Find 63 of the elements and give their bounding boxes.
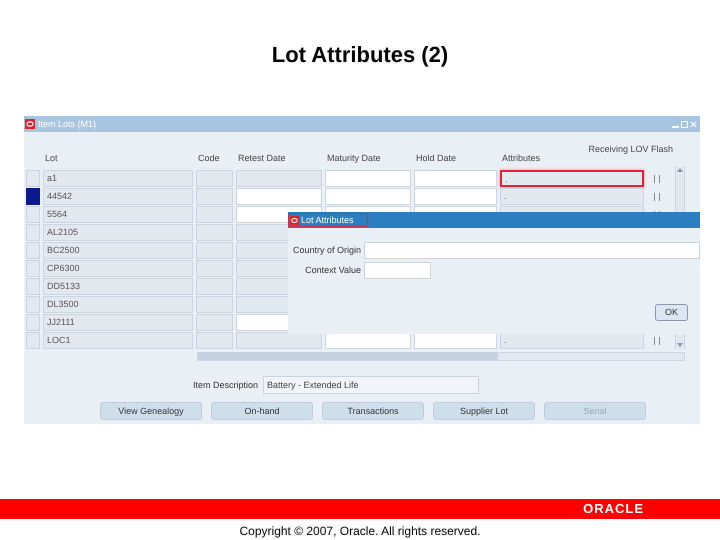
action-button[interactable]: View Genealogy [100, 402, 202, 420]
column-heading: Code [198, 153, 220, 164]
lot-cell[interactable]: 5564 [43, 206, 193, 224]
lot-cell[interactable]: 44542 [43, 188, 193, 206]
code-cell[interactable] [196, 314, 233, 332]
attributes-field[interactable]: . [500, 170, 644, 188]
lot-cell[interactable]: BC2500 [43, 242, 193, 260]
column-heading: Lot [45, 153, 58, 164]
code-cell[interactable] [196, 224, 233, 242]
flag-checkbox-icon[interactable] [653, 336, 661, 345]
code-cell[interactable] [196, 170, 233, 188]
lot-cell[interactable]: a1 [43, 170, 193, 188]
lot-cell[interactable]: DD5133 [43, 278, 193, 296]
close-icon[interactable] [690, 120, 697, 128]
attributes-field[interactable]: . [500, 188, 644, 206]
field-label: Context Value [304, 264, 361, 278]
input-field[interactable] [364, 262, 431, 280]
item-description-field: Battery - Extended Life [263, 376, 479, 394]
code-cell[interactable] [196, 278, 233, 296]
lot-cell[interactable]: DL3500 [43, 296, 193, 314]
lot-cell[interactable]: LOC1 [43, 332, 193, 350]
column-heading: Retest Date [238, 153, 286, 164]
lot-cell[interactable]: AL2105 [43, 224, 193, 242]
app-icon [290, 216, 299, 225]
field-label: Country of Origin [292, 244, 361, 258]
hold-date-field[interactable] [414, 170, 497, 188]
code-cell[interactable] [196, 206, 233, 224]
scroll-down-icon[interactable] [676, 341, 684, 350]
hold-date-field[interactable] [414, 188, 497, 206]
horizontal-scrollbar[interactable] [197, 352, 685, 362]
item-description-label: Item Description [192, 378, 258, 392]
oracle-logo: ORACLE [583, 500, 644, 518]
action-button[interactable]: On-hand [211, 402, 313, 420]
slide-title: Lot Attributes (2) [272, 41, 448, 69]
retest-date-field[interactable] [236, 170, 322, 188]
code-cell[interactable] [196, 296, 233, 314]
code-cell[interactable] [196, 332, 233, 350]
column-heading: Attributes [502, 153, 540, 164]
copyright-text: Copyright © 2007, Oracle. All rights reserved. [240, 523, 480, 540]
column-heading: Receiving LOV Flash [588, 142, 673, 156]
maturity-date-field[interactable] [325, 188, 411, 206]
ok-button[interactable]: OK [655, 304, 688, 322]
code-cell[interactable] [196, 260, 233, 278]
scroll-up-icon[interactable] [676, 166, 684, 174]
column-heading: Hold Date [416, 153, 456, 164]
code-cell[interactable] [196, 242, 233, 260]
input-field[interactable] [364, 242, 700, 260]
action-button[interactable]: Transactions [322, 402, 424, 420]
action-button[interactable]: Supplier Lot [433, 402, 535, 420]
retest-date-field[interactable] [236, 188, 322, 206]
flag-checkbox-icon[interactable] [653, 174, 661, 183]
retest-date-field[interactable] [236, 332, 322, 350]
flag-checkbox-icon[interactable] [653, 192, 661, 201]
code-cell[interactable] [196, 188, 233, 206]
dialog-title: Lot Attributes [288, 213, 368, 228]
app-icon [25, 119, 35, 130]
lot-cell[interactable]: CP6300 [43, 260, 193, 278]
window-title: Item Lots (M1) [38, 118, 96, 131]
maximize-icon[interactable] [681, 120, 688, 128]
maturity-date-field[interactable] [325, 170, 411, 188]
row-selector[interactable] [26, 188, 40, 206]
lot-cell[interactable]: JJ2111 [43, 314, 193, 332]
column-heading: Maturity Date [327, 153, 381, 164]
